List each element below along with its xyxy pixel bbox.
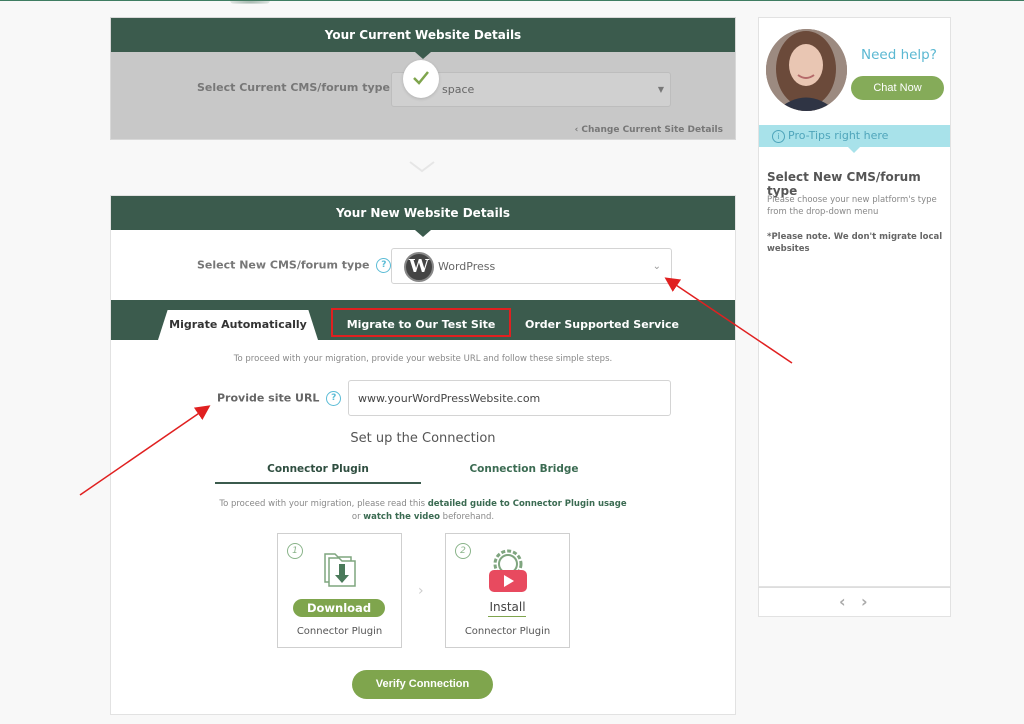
new-website-panel: Your New Website Details Select New CMS/…: [110, 195, 736, 715]
subtab-connection-bridge[interactable]: Connection Bridge: [421, 460, 627, 484]
change-current-site-link[interactable]: ‹ Change Current Site Details: [575, 125, 723, 135]
new-cms-row: Select New CMS/forum type ? W WordPress …: [111, 230, 735, 300]
support-agent-avatar: [766, 29, 847, 111]
header-notch: [415, 230, 431, 237]
guide-text: To proceed with your migration, please r…: [219, 499, 627, 522]
next-tip-icon[interactable]: ›: [861, 592, 868, 611]
prev-tip-icon[interactable]: ‹: [839, 592, 846, 611]
new-cms-label: Select New CMS/forum type ?: [197, 258, 392, 273]
chat-now-button[interactable]: Chat Now: [851, 76, 944, 100]
top-border-line: [0, 0, 1024, 1]
help-sidebar: Need help? Chat Now i Pro-Tips right here…: [758, 17, 951, 587]
caret-down-icon: ▼: [657, 85, 664, 94]
step-card-download[interactable]: 1 Download Connector Plugin: [277, 533, 402, 648]
help-icon[interactable]: ?: [376, 258, 392, 273]
chevron-down-divider-icon: [409, 161, 435, 173]
wordpress-logo-icon: W: [404, 252, 434, 282]
verify-connection-button[interactable]: Verify Connection: [352, 670, 493, 699]
step-number: 1: [287, 543, 303, 559]
current-panel-title: Your Current Website Details: [324, 28, 522, 42]
current-cms-value: space: [442, 83, 475, 96]
setup-connection-title: Set up the Connection: [350, 431, 496, 446]
subtab-connector-plugin[interactable]: Connector Plugin: [215, 460, 421, 484]
tip-note: *Please note. We don't migrate local web…: [767, 232, 943, 254]
checkmark-icon: [413, 71, 429, 85]
header-notch: [415, 52, 431, 59]
tip-body: Please choose your new platform's type f…: [767, 195, 937, 217]
top-shadow: [230, 0, 270, 4]
folder-download-icon: [324, 553, 356, 587]
checkmark-badge: [403, 60, 439, 98]
step-subtitle: Connector Plugin: [296, 626, 383, 637]
watch-video-link[interactable]: watch the video: [363, 512, 440, 522]
site-url-input[interactable]: [348, 380, 671, 416]
chevron-down-icon: ⌄: [652, 261, 661, 272]
tab-content: To proceed with your migration, provide …: [111, 340, 735, 716]
help-icon[interactable]: ?: [326, 391, 342, 406]
guide-link[interactable]: detailed guide to Connector Plugin usage: [428, 499, 627, 509]
info-icon: i: [772, 129, 785, 143]
step-subtitle: Connector Plugin: [464, 626, 551, 637]
chevron-right-icon: ›: [418, 583, 424, 599]
tab-order-supported-service[interactable]: Order Supported Service: [521, 310, 683, 340]
need-help-heading: Need help?: [861, 47, 937, 63]
migration-tabs: Migrate Automatically Migrate to Our Tes…: [111, 300, 735, 340]
install-link[interactable]: Install: [446, 600, 569, 614]
step-card-install[interactable]: 2 Install Connector Plugin: [445, 533, 570, 648]
gear-video-icon: [489, 549, 527, 592]
intro-text: To proceed with your migration, provide …: [233, 354, 613, 364]
current-cms-label: Select Current CMS/forum type: [197, 81, 390, 94]
current-panel-header: Your Current Website Details: [111, 18, 735, 59]
protips-banner: i Pro-Tips right here: [759, 125, 950, 153]
tips-pagination: ‹ ›: [758, 587, 951, 617]
new-cms-select[interactable]: W WordPress ⌄: [391, 248, 672, 284]
new-panel-header: Your New Website Details: [111, 196, 735, 237]
step-number: 2: [455, 543, 471, 559]
download-button[interactable]: Download: [293, 599, 385, 617]
tab-migrate-automatically[interactable]: Migrate Automatically: [158, 310, 318, 340]
new-panel-title: Your New Website Details: [335, 206, 511, 220]
site-url-label: Provide site URL ?: [217, 391, 342, 406]
new-cms-value: WordPress: [438, 260, 496, 273]
